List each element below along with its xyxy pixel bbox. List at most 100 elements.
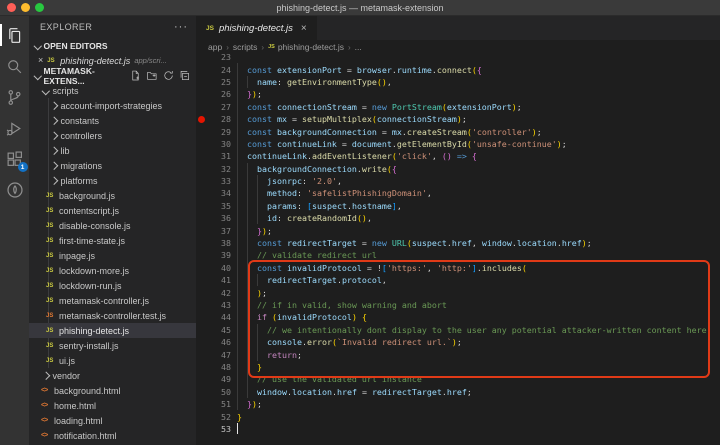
tree-item-metamask-controller.test.js[interactable]: JSmetamask-controller.test.js bbox=[29, 308, 196, 323]
minimize-window-button[interactable] bbox=[21, 3, 30, 12]
code-line-42[interactable]: 42); bbox=[196, 286, 720, 298]
code-line-39[interactable]: 39// validate redirect url bbox=[196, 249, 720, 261]
line-number[interactable]: 26 bbox=[206, 89, 231, 99]
breadcrumb-item-phishing-detect.js[interactable]: JSphishing-detect.js bbox=[268, 42, 344, 52]
run-debug-icon[interactable] bbox=[4, 117, 26, 139]
tree-item-ui.js[interactable]: JSui.js bbox=[29, 353, 196, 368]
line-number[interactable]: 31 bbox=[206, 151, 231, 161]
new-file-icon[interactable] bbox=[130, 70, 141, 81]
code-line-47[interactable]: 47return; bbox=[196, 348, 720, 360]
line-number[interactable]: 28 bbox=[206, 114, 231, 124]
code-line-32[interactable]: 32backgroundConnection.write({ bbox=[196, 163, 720, 175]
code-line-44[interactable]: 44if (invalidProtocol) { bbox=[196, 311, 720, 323]
line-number[interactable]: 49 bbox=[206, 374, 231, 384]
code-line-52[interactable]: 52} bbox=[196, 410, 720, 422]
code-line-28[interactable]: 28const mx = setupMultiplex(connectionSt… bbox=[196, 113, 720, 125]
tree-item-constants[interactable]: constants bbox=[29, 113, 196, 128]
code-line-45[interactable]: 45// we intentionally dont display to th… bbox=[196, 324, 720, 336]
code-line-48[interactable]: 48} bbox=[196, 361, 720, 373]
source-control-icon[interactable] bbox=[4, 86, 26, 108]
breakpoint-icon[interactable] bbox=[198, 116, 205, 123]
line-number[interactable]: 53 bbox=[206, 424, 231, 434]
line-number[interactable]: 51 bbox=[206, 399, 231, 409]
close-window-button[interactable] bbox=[7, 3, 16, 12]
line-number[interactable]: 30 bbox=[206, 139, 231, 149]
tree-item-account-import-strategies[interactable]: account-import-strategies bbox=[29, 98, 196, 113]
tree-item-contentscript.js[interactable]: JScontentscript.js bbox=[29, 203, 196, 218]
code-line-34[interactable]: 34method: 'safelistPhishingDomain', bbox=[196, 187, 720, 199]
line-number[interactable]: 25 bbox=[206, 77, 231, 87]
line-number[interactable]: 43 bbox=[206, 300, 231, 310]
tree-item-platforms[interactable]: platforms bbox=[29, 173, 196, 188]
tree-item-lockdown-run.js[interactable]: JSlockdown-run.js bbox=[29, 278, 196, 293]
code-line-24[interactable]: 24const extensionPort = browser.runtime.… bbox=[196, 63, 720, 75]
explorer-icon[interactable] bbox=[4, 24, 26, 46]
tree-item-sentry-install.js[interactable]: JSsentry-install.js bbox=[29, 338, 196, 353]
code-line-37[interactable]: 37}); bbox=[196, 224, 720, 236]
code-line-53[interactable]: 53 bbox=[196, 423, 720, 435]
tree-item-vendor[interactable]: vendor bbox=[29, 368, 196, 383]
line-number[interactable]: 33 bbox=[206, 176, 231, 186]
tree-item-metamask-controller.js[interactable]: JSmetamask-controller.js bbox=[29, 293, 196, 308]
code-line-25[interactable]: 25name: getEnvironmentType(), bbox=[196, 76, 720, 88]
code-line-50[interactable]: 50window.location.href = redirectTarget.… bbox=[196, 386, 720, 398]
line-number[interactable]: 27 bbox=[206, 102, 231, 112]
line-number[interactable]: 52 bbox=[206, 412, 231, 422]
tree-item-migrations[interactable]: migrations bbox=[29, 158, 196, 173]
code-line-31[interactable]: 31continueLink.addEventListener('click',… bbox=[196, 150, 720, 162]
line-number[interactable]: 48 bbox=[206, 362, 231, 372]
tree-item-scripts[interactable]: scripts bbox=[29, 83, 196, 98]
search-icon[interactable] bbox=[4, 55, 26, 77]
tree-item-home.html[interactable]: <>home.html bbox=[29, 398, 196, 413]
close-tab-icon[interactable]: × bbox=[301, 23, 307, 34]
line-number[interactable]: 47 bbox=[206, 350, 231, 360]
code-line-23[interactable]: 23 bbox=[196, 54, 720, 63]
code-line-43[interactable]: 43// if in valid, show warning and abort bbox=[196, 299, 720, 311]
line-number[interactable]: 29 bbox=[206, 127, 231, 137]
tab-phishing-detect[interactable]: JS phishing-detect.js × bbox=[196, 16, 317, 40]
circular-extension-icon[interactable] bbox=[4, 179, 26, 201]
code-line-40[interactable]: 40const invalidProtocol = !['https:', 'h… bbox=[196, 262, 720, 274]
code-line-26[interactable]: 26}); bbox=[196, 88, 720, 100]
breadcrumb-item-scripts[interactable]: scripts bbox=[233, 42, 258, 52]
code-line-33[interactable]: 33jsonrpc: '2.0', bbox=[196, 175, 720, 187]
line-number[interactable]: 24 bbox=[206, 65, 231, 75]
collapse-all-icon[interactable] bbox=[179, 70, 190, 81]
line-number[interactable]: 34 bbox=[206, 188, 231, 198]
code-line-51[interactable]: 51}); bbox=[196, 398, 720, 410]
open-editors-section-header[interactable]: OPEN EDITORS bbox=[29, 38, 196, 53]
line-number[interactable]: 39 bbox=[206, 250, 231, 260]
tree-item-loading.html[interactable]: <>loading.html bbox=[29, 413, 196, 428]
tree-item-first-time-state.js[interactable]: JSfirst-time-state.js bbox=[29, 233, 196, 248]
close-editor-icon[interactable]: × bbox=[38, 56, 43, 65]
refresh-icon[interactable] bbox=[163, 70, 174, 81]
breadcrumb-item-app[interactable]: app bbox=[208, 42, 222, 52]
tree-item-controllers[interactable]: controllers bbox=[29, 128, 196, 143]
breakpoint-gutter[interactable] bbox=[196, 116, 206, 123]
code-line-38[interactable]: 38const redirectTarget = new URL(suspect… bbox=[196, 237, 720, 249]
code-area[interactable]: 2324const extensionPort = browser.runtim… bbox=[196, 54, 720, 445]
tree-item-lib[interactable]: lib bbox=[29, 143, 196, 158]
line-number[interactable]: 32 bbox=[206, 164, 231, 174]
code-line-41[interactable]: 41redirectTarget.protocol, bbox=[196, 274, 720, 286]
line-number[interactable]: 45 bbox=[206, 325, 231, 335]
line-number[interactable]: 38 bbox=[206, 238, 231, 248]
line-number[interactable]: 50 bbox=[206, 387, 231, 397]
line-number[interactable]: 46 bbox=[206, 337, 231, 347]
tree-item-disable-console.js[interactable]: JSdisable-console.js bbox=[29, 218, 196, 233]
code-line-36[interactable]: 36id: createRandomId(), bbox=[196, 212, 720, 224]
line-number[interactable]: 35 bbox=[206, 201, 231, 211]
breadcrumb-item-...[interactable]: ... bbox=[355, 42, 362, 52]
extensions-icon[interactable]: 1 bbox=[4, 148, 26, 170]
project-section-header[interactable]: METAMASK-EXTENS... bbox=[29, 68, 196, 83]
code-line-27[interactable]: 27const connectionStream = new PortStrea… bbox=[196, 101, 720, 113]
tree-item-background.html[interactable]: <>background.html bbox=[29, 383, 196, 398]
line-number[interactable]: 44 bbox=[206, 312, 231, 322]
code-line-46[interactable]: 46console.error(`Invalid redirect url.`)… bbox=[196, 336, 720, 348]
tree-item-notification.html[interactable]: <>notification.html bbox=[29, 428, 196, 443]
new-folder-icon[interactable] bbox=[146, 70, 158, 81]
tree-item-inpage.js[interactable]: JSinpage.js bbox=[29, 248, 196, 263]
code-line-29[interactable]: 29const backgroundConnection = mx.create… bbox=[196, 125, 720, 137]
code-line-35[interactable]: 35params: [suspect.hostname], bbox=[196, 200, 720, 212]
tree-item-background.js[interactable]: JSbackground.js bbox=[29, 188, 196, 203]
